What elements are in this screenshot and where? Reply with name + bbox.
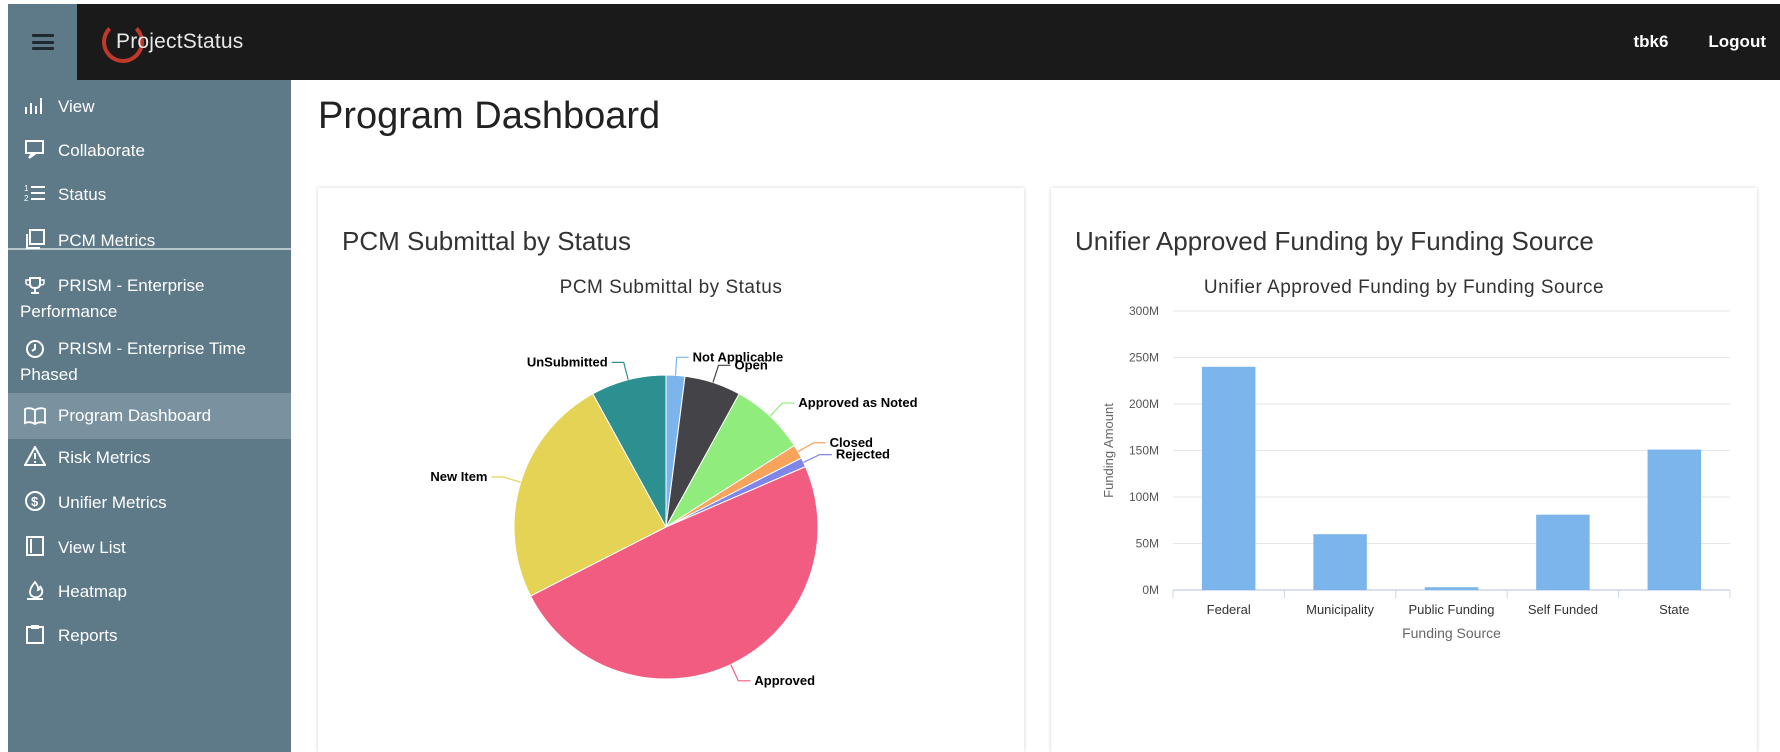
sidebar-item-label: PRISM - Enterprise	[58, 276, 205, 295]
y-axis-title: Funding Amount	[1101, 403, 1116, 498]
sidebar-item-collaborate[interactable]: Collaborate	[8, 138, 291, 164]
x-tick-label: Self Funded	[1528, 602, 1598, 617]
sidebar-item-reports[interactable]: Reports	[8, 623, 291, 649]
pcm-submittal-card: PCM Submittal by Status PCM Submittal by…	[318, 188, 1024, 752]
pie-data-label: Approved	[754, 673, 815, 688]
sidebar-item-label-cont: Phased	[20, 365, 78, 384]
sidebar-item-risk-metrics[interactable]: Risk Metrics	[8, 445, 291, 471]
brand[interactable]: ProjectStatus	[102, 4, 243, 80]
unifier-funding-card: Unifier Approved Funding by Funding Sour…	[1051, 188, 1757, 752]
sidebar-item-label: Risk Metrics	[58, 448, 151, 467]
trophy-icon	[22, 275, 48, 297]
pie-connector	[712, 364, 731, 383]
fire-icon	[22, 579, 48, 601]
clock-icon	[22, 338, 48, 360]
sidebar-item-label: View	[58, 97, 95, 116]
menu-toggle-button[interactable]	[8, 4, 77, 80]
pie-data-label: Rejected	[836, 447, 890, 462]
y-tick-label: 100M	[1129, 490, 1159, 504]
svg-text:$: $	[31, 494, 39, 509]
app-name: ProjectStatus	[116, 30, 244, 53]
pie-connector	[611, 361, 629, 380]
y-tick-label: 250M	[1129, 351, 1159, 365]
svg-text:1: 1	[24, 184, 29, 193]
bar-self-funded[interactable]	[1536, 514, 1590, 590]
bar-public-funding[interactable]	[1424, 587, 1479, 590]
sidebar-item-prism-time-phased[interactable]: PRISM - Enterprise Time Phased	[8, 336, 291, 388]
pie-data-label: New Item	[430, 469, 487, 484]
x-tick-label: Public Funding	[1409, 602, 1495, 617]
bar-chart-icon	[22, 94, 48, 116]
y-tick-label: 300M	[1129, 304, 1159, 318]
bar-state[interactable]	[1647, 449, 1702, 590]
pie-connector	[491, 476, 521, 483]
bar-municipality[interactable]	[1313, 534, 1367, 590]
sidebar-item-label: Heatmap	[58, 582, 127, 601]
pie-chart: Not ApplicableOpenApproved as NotedClose…	[430, 349, 917, 688]
sidebar-item-label: Collaborate	[58, 141, 145, 160]
sidebar-item-label-cont: Performance	[20, 302, 118, 321]
y-tick-label: 200M	[1129, 397, 1159, 411]
y-tick-label: 50M	[1136, 537, 1159, 551]
sidebar-item-view[interactable]: View	[8, 94, 291, 120]
dollar-icon: $	[22, 490, 48, 512]
sidebar-item-program-dashboard[interactable]: Program Dashboard	[8, 393, 291, 439]
x-tick-label: Federal	[1207, 602, 1251, 617]
sidebar-item-status[interactable]: 12 Status	[8, 182, 291, 208]
pie-data-label: UnSubmitted	[527, 354, 608, 369]
sidebar: View Collaborate 12 Status PCM Metrics P…	[8, 80, 291, 752]
pie-connector	[730, 664, 751, 682]
warning-icon	[22, 445, 48, 467]
sidebar-item-unifier-metrics[interactable]: $ Unifier Metrics	[8, 490, 291, 516]
x-tick-label: State	[1659, 602, 1689, 617]
chat-icon	[22, 138, 48, 160]
pie-connector	[797, 442, 826, 453]
book-icon	[22, 405, 48, 427]
y-tick-label: 150M	[1129, 444, 1159, 458]
svg-text:2: 2	[24, 194, 29, 203]
pie-data-label: Approved as Noted	[798, 395, 917, 410]
user-name[interactable]: tbk6	[1633, 32, 1668, 52]
sidebar-item-label: PRISM - Enterprise Time	[58, 339, 246, 358]
pie-connector	[769, 402, 795, 417]
sidebar-item-view-list[interactable]: View List	[8, 535, 291, 561]
sidebar-item-heatmap[interactable]: Heatmap	[8, 579, 291, 605]
x-tick-label: Municipality	[1306, 602, 1374, 617]
pie-data-label: Open	[735, 357, 768, 372]
sidebar-item-pcm-metrics[interactable]: PCM Metrics	[8, 228, 291, 254]
pie-connector	[803, 454, 832, 463]
sidebar-item-label: Reports	[58, 626, 118, 645]
pie-connector	[674, 356, 689, 376]
sidebar-item-label: View List	[58, 538, 126, 557]
sidebar-item-prism-performance[interactable]: PRISM - Enterprise Performance	[8, 273, 291, 325]
x-axis-title: Funding Source	[1402, 625, 1501, 641]
list-book-icon	[22, 535, 48, 557]
sidebar-item-label: PCM Metrics	[58, 231, 156, 250]
sidebar-item-label: Status	[58, 185, 107, 204]
bar-federal[interactable]	[1201, 366, 1256, 590]
hamburger-icon	[31, 34, 54, 50]
sidebar-item-label: Program Dashboard	[58, 406, 212, 425]
y-tick-label: 0M	[1142, 583, 1159, 597]
copy-icon	[22, 228, 48, 250]
page-title: Program Dashboard	[318, 95, 661, 137]
clipboard-icon	[22, 623, 48, 645]
bar-chart: 0M 50M 100M 150M 200M 250M 300M Federal Municipa…	[1101, 304, 1731, 641]
sidebar-item-label: Unifier Metrics	[58, 493, 167, 512]
numbered-list-icon: 12	[22, 182, 48, 204]
top-bar: ProjectStatus tbk6 Logout	[8, 4, 1780, 80]
logout-link[interactable]: Logout	[1708, 32, 1766, 52]
